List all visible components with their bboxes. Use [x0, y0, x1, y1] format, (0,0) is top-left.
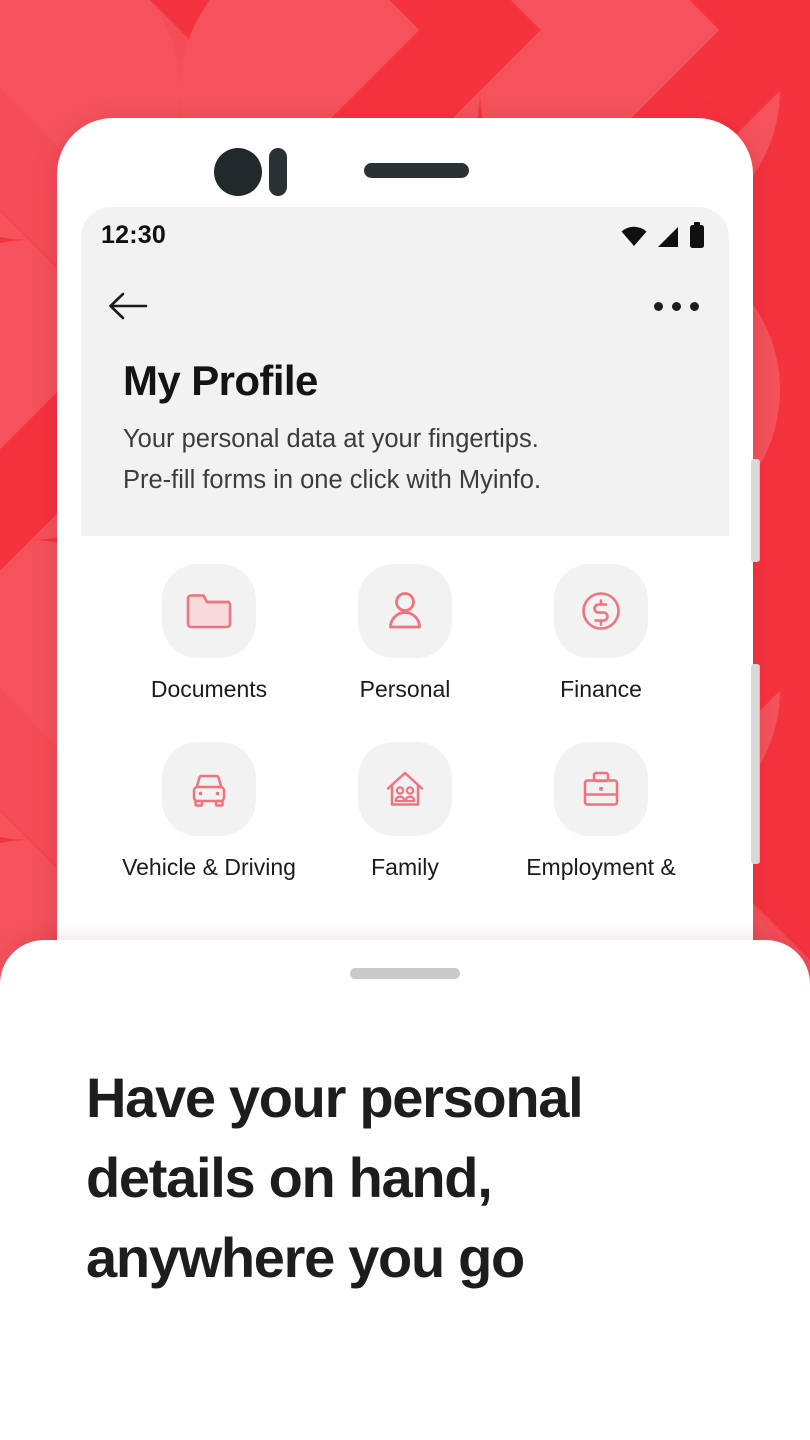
wifi-icon [621, 226, 647, 246]
category-tile [358, 742, 452, 837]
category-label: Vehicle & Driving [122, 854, 296, 881]
category-label: Personal [359, 675, 451, 702]
page-header-text: My Profile Your personal data at your fi… [81, 349, 729, 536]
category-item-vehicle-driving[interactable]: Vehicle & Driving [111, 742, 307, 882]
back-button[interactable] [101, 279, 155, 333]
power-button[interactable] [751, 664, 760, 864]
category-label: Documents [150, 675, 268, 702]
battery-icon [690, 222, 704, 248]
arrow-left-icon [109, 292, 148, 320]
page-title: My Profile [123, 357, 318, 404]
category-item-documents[interactable]: Documents [111, 563, 307, 704]
sheet-heading: Have your personal details on hand, anyw… [86, 1066, 584, 1290]
cellular-signal-icon [658, 227, 678, 247]
volume-button[interactable] [751, 459, 760, 562]
category-label: Employment & [526, 854, 676, 881]
screen-header: 12:30 My Profile Your personal data at y… [81, 207, 729, 536]
dollar-circle-icon [582, 591, 620, 630]
category-label: Finance [560, 675, 642, 702]
bottom-sheet: Have your personal details on hand, anyw… [0, 940, 810, 1440]
app-bar [81, 263, 729, 349]
briefcase-icon [583, 771, 619, 806]
category-label: Family [371, 854, 439, 881]
status-time: 12:30 [101, 220, 166, 249]
category-tile [554, 742, 648, 837]
page-subtitle-line-1: Your personal data at your fingertips. [123, 425, 539, 454]
more-horizontal-icon-dot3 [689, 301, 699, 311]
proximity-sensor-icon [269, 148, 287, 196]
car-icon [192, 774, 226, 807]
category-item-finance[interactable]: Finance [503, 563, 699, 704]
phone-notch-area [57, 118, 753, 206]
category-item-family[interactable]: Family [307, 742, 503, 882]
overflow-menu-button[interactable] [649, 279, 703, 333]
house-family-icon [386, 771, 424, 806]
status-icon-group [621, 222, 705, 248]
category-tile [162, 563, 256, 658]
category-grid: Documents Personal Finance Vehicle & Dri… [81, 535, 729, 883]
more-horizontal-icon-dot2 [671, 301, 681, 311]
status-bar: 12:30 [81, 207, 729, 263]
drag-handle[interactable] [350, 968, 460, 979]
category-item-employment-education[interactable]: Employment & [503, 742, 699, 882]
person-icon [389, 591, 421, 629]
category-tile [162, 742, 256, 837]
front-camera-icon [214, 148, 262, 196]
page-subtitle-line-2: Pre-fill forms in one click with Myinfo. [123, 466, 542, 495]
category-tile [554, 563, 648, 658]
category-item-personal[interactable]: Personal [307, 563, 503, 704]
screenshot-stage: 12:30 My Profile Your personal data at y… [0, 0, 810, 1440]
earpiece-speaker [364, 163, 469, 178]
more-horizontal-icon [653, 301, 663, 311]
folder-icon [186, 593, 232, 628]
category-tile [358, 563, 452, 658]
